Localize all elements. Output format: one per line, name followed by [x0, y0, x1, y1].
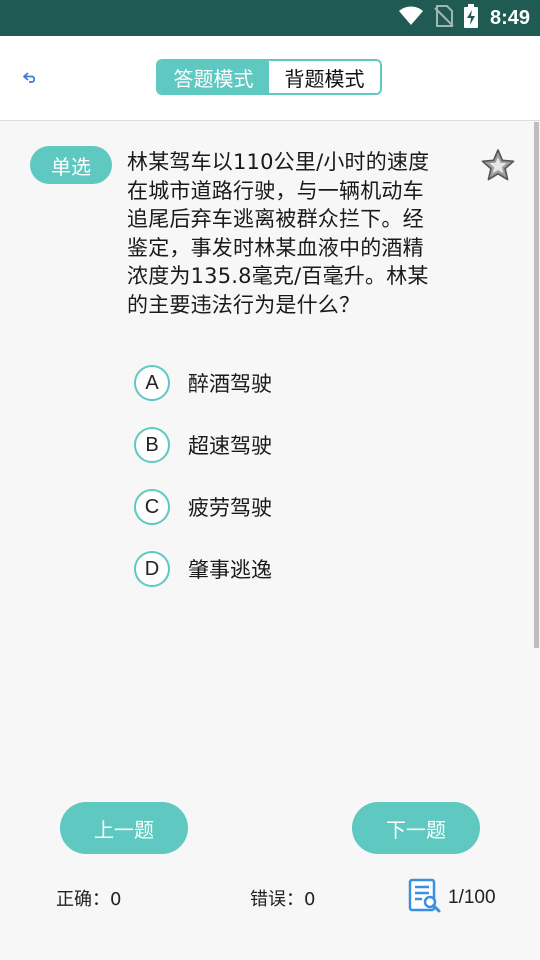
question-line: 追尾后弃车逃离被群众拦下。经 [127, 207, 424, 231]
option-letter: A [134, 365, 170, 401]
question-type-badge: 单选 [30, 146, 112, 184]
option-list: A 醉酒驾驶 B 超速驾驶 C 疲劳驾驶 D 肇事逃逸 [134, 352, 494, 600]
favorite-button[interactable] [481, 148, 515, 182]
question-line: 的主要违法行为是什么？ [127, 292, 361, 317]
prev-question-button[interactable]: 上一题 [60, 802, 188, 854]
option-letter: B [134, 427, 170, 463]
battery-charging-icon [463, 4, 478, 32]
wrong-label: 错误： [250, 889, 304, 910]
mode-recite-tab[interactable]: 背题模式 [269, 61, 380, 93]
correct-label: 正确： [56, 889, 110, 910]
option-a[interactable]: A 醉酒驾驶 [134, 352, 494, 414]
back-button[interactable] [18, 66, 42, 90]
correct-count: 0 [110, 889, 122, 910]
progress-count: 1/100 [448, 887, 496, 908]
question-line: 林某驾车以110公里/小时的速度 [127, 150, 430, 174]
status-icons: 8:49 [398, 0, 530, 36]
next-question-button[interactable]: 下一题 [352, 802, 480, 854]
option-text: 超速驾驶 [188, 434, 272, 458]
answer-sheet-button[interactable]: 1/100 [408, 878, 496, 918]
status-bar: 8:49 [0, 0, 540, 36]
mode-answer-tab[interactable]: 答题模式 [158, 61, 269, 93]
star-icon [481, 149, 515, 186]
option-text: 肇事逃逸 [188, 558, 272, 582]
question-line: 在城市道路行驶，与一辆机动车 [127, 178, 424, 203]
question-line: 鉴定，事发时林某血液中的酒精 [127, 235, 424, 260]
scrollbar[interactable] [534, 122, 539, 648]
question-line: 浓度为135.8毫克/百毫升。林某 [127, 264, 429, 288]
correct-stat: 正确：0 [56, 886, 121, 914]
question-text: 林某驾车以110公里/小时的速度 在城市道路行驶，与一辆机动车 追尾后弃车逃离被… [127, 148, 472, 319]
wifi-icon [398, 5, 424, 31]
option-c[interactable]: C 疲劳驾驶 [134, 476, 494, 538]
option-d[interactable]: D 肇事逃逸 [134, 538, 494, 600]
option-letter: D [134, 551, 170, 587]
option-letter: C [134, 489, 170, 525]
mode-toggle: 答题模式 背题模式 [156, 59, 382, 95]
header: 答题模式 背题模式 [0, 36, 540, 121]
option-b[interactable]: B 超速驾驶 [134, 414, 494, 476]
no-sim-icon [434, 5, 454, 31]
answer-sheet-icon [408, 878, 442, 918]
option-text: 醉酒驾驶 [188, 372, 272, 396]
wrong-count: 0 [304, 889, 316, 910]
status-time: 8:49 [489, 6, 530, 29]
wrong-stat: 错误：0 [250, 886, 315, 914]
back-arrow-icon [23, 69, 37, 88]
option-text: 疲劳驾驶 [188, 496, 272, 520]
